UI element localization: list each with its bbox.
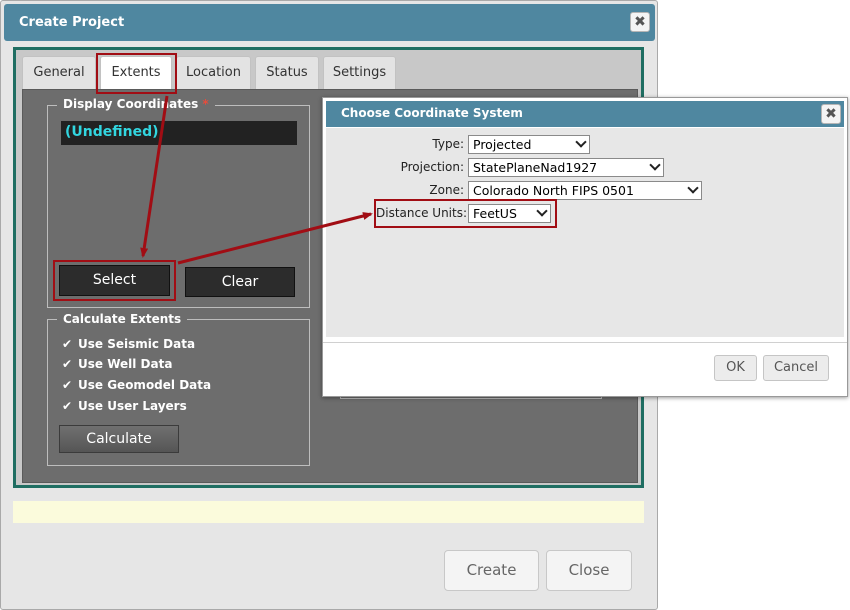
- arrow-select-to-units: [177, 212, 373, 265]
- arrow-tab-to-select: [140, 95, 169, 258]
- annotation-arrows: [140, 95, 373, 265]
